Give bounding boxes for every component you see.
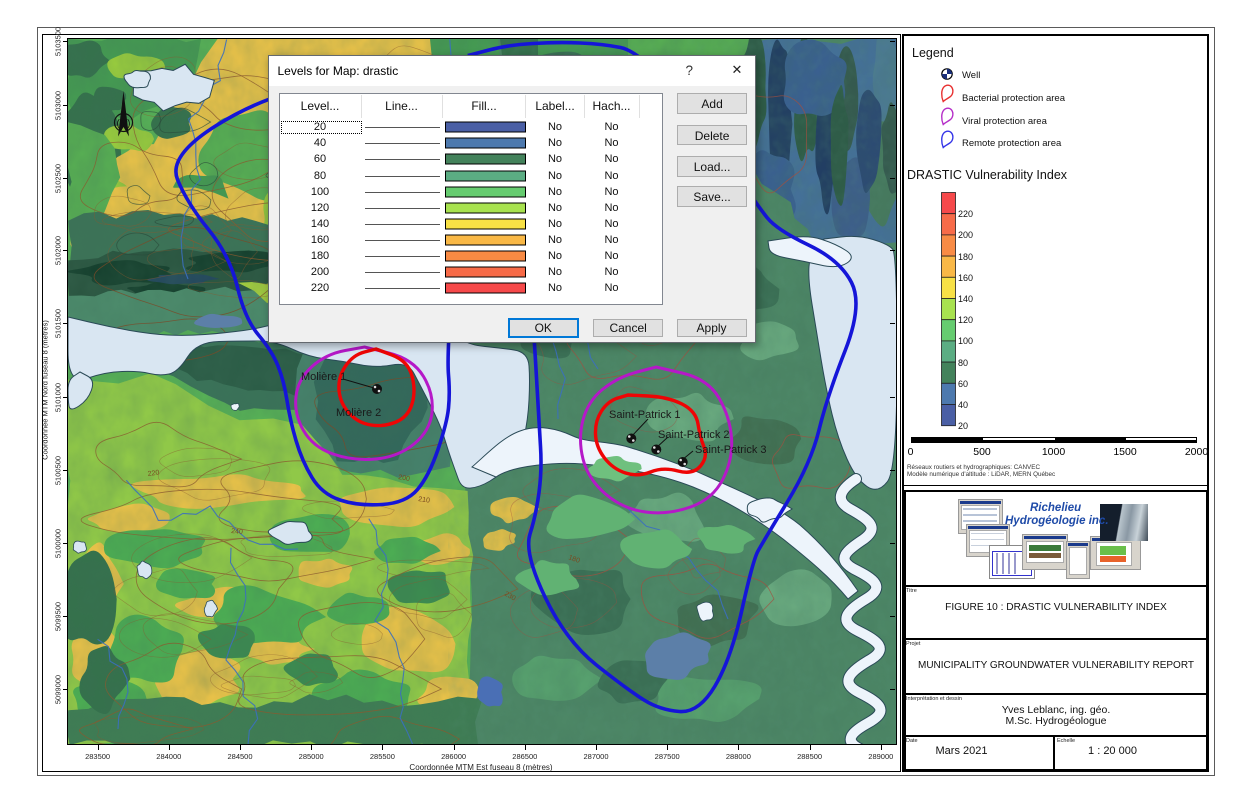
svg-text:Molière 2: Molière 2 bbox=[336, 407, 381, 419]
svg-text:Molière 1: Molière 1 bbox=[301, 371, 346, 383]
svg-text:(N): (N) bbox=[117, 119, 131, 130]
svg-text:240: 240 bbox=[231, 528, 243, 536]
svg-text:Saint-Patrick 3: Saint-Patrick 3 bbox=[695, 444, 767, 456]
svg-text:Saint-Patrick 2: Saint-Patrick 2 bbox=[658, 429, 730, 441]
svg-text:Saint-Patrick 1: Saint-Patrick 1 bbox=[609, 409, 681, 421]
